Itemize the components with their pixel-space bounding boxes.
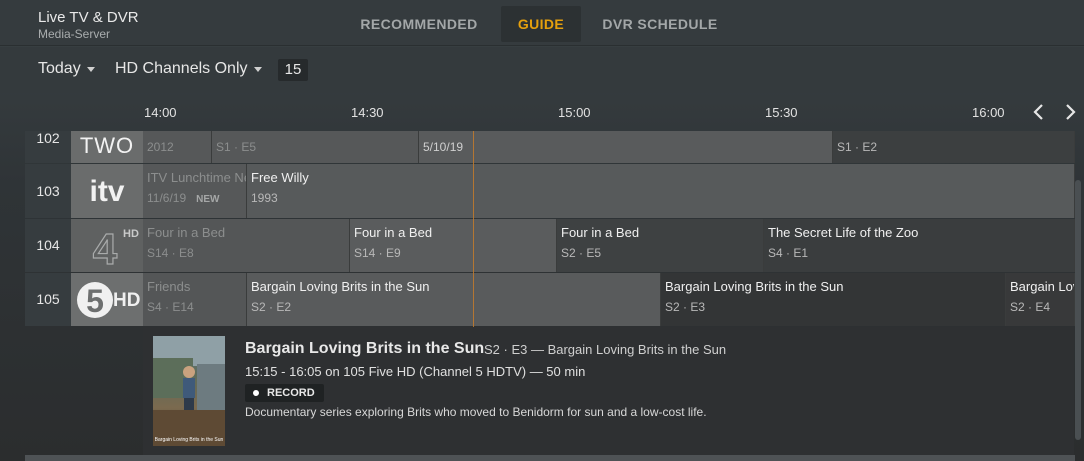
program-title: Four in a Bed <box>561 225 640 240</box>
time-label: 14:30 <box>351 105 384 120</box>
program-cell[interactable]: Bargain Lov S2 · E4 <box>1006 273 1075 326</box>
program-cell[interactable]: ITV Lunchtime Ne 11/6/19 NEW <box>143 164 247 218</box>
record-button[interactable]: RECORD <box>245 384 324 402</box>
day-dropdown[interactable]: Today <box>38 60 95 78</box>
time-label: 15:00 <box>558 105 591 120</box>
program-description: Documentary series exploring Brits who m… <box>245 405 707 419</box>
program-title: Four in a Bed <box>354 225 433 240</box>
svg-text:TWO: TWO <box>80 133 134 158</box>
record-dot-icon <box>253 390 259 396</box>
channel-row: 103 itv ITV Lunchtime Ne 11/6/19 NEW Free… <box>25 164 1075 218</box>
top-bar: Live TV & DVR Media-Server RECOMMENDED G… <box>0 0 1084 46</box>
channel-filter-dropdown[interactable]: HD Channels Only <box>115 60 262 78</box>
program-subtitle: S1 · E2 <box>837 140 878 154</box>
next-channel-row-edge <box>25 455 1075 461</box>
record-button-label: RECORD <box>267 387 315 399</box>
new-badge: NEW <box>196 194 220 205</box>
program-cell[interactable]: Bargain Loving Brits in the Sun S2 · E2 <box>247 273 661 326</box>
vertical-scrollbar[interactable] <box>1075 180 1081 440</box>
caret-down-icon <box>86 66 95 72</box>
program-subtitle: S14 · E9 <box>354 246 401 260</box>
program-meta: 11/6/19 NEW <box>147 191 246 205</box>
poster-caption: Bargain Loving Brits in the Sun <box>154 437 224 443</box>
program-cell[interactable]: 2012 <box>143 131 212 163</box>
channel-row: 104 4 HD Four in a Bed S14 · E8 Four in … <box>25 219 1075 272</box>
program-cell[interactable]: Four in a Bed S14 · E9 <box>350 219 557 272</box>
program-title: Bargain Loving Brits in the Sun <box>665 279 844 294</box>
program-title: ITV Lunchtime Ne <box>147 170 247 185</box>
program-cell[interactable]: Bargain Loving Brits in the Sun S2 · E3 <box>661 273 1006 326</box>
channel-number: 105 <box>25 273 71 326</box>
svg-text:itv: itv <box>89 175 124 208</box>
program-detail-title: Bargain Loving Brits in the Sun <box>245 340 485 357</box>
program-title: Bargain Lov <box>1010 279 1075 294</box>
day-dropdown-label: Today <box>38 60 81 77</box>
time-label: 15:30 <box>765 105 798 120</box>
channel-count-badge: 15 <box>278 59 308 81</box>
program-episode-info: S2 · E3 — Bargain Loving Brits in the Su… <box>484 342 727 357</box>
program-cell[interactable]: Four in a Bed S14 · E8 <box>143 219 350 272</box>
program-subtitle: 5/10/19 <box>423 140 464 154</box>
program-subtitle: S4 · E1 <box>768 246 809 260</box>
channel-row: 105 5 HD Friends S4 · E14 Bargain Loving… <box>25 273 1075 326</box>
time-label: 16:00 <box>972 105 1005 120</box>
program-cell[interactable]: S1 · E5 <box>212 131 419 163</box>
channel-number: 104 <box>25 219 71 272</box>
app-title: Live TV & DVR <box>38 9 139 26</box>
program-subtitle: S2 · E3 <box>665 300 706 314</box>
program-subtitle: S1 · E5 <box>216 140 257 154</box>
svg-text:HD: HD <box>113 290 140 311</box>
svg-text:HD: HD <box>123 228 139 240</box>
program-cell[interactable]: Four in a Bed S2 · E5 <box>557 219 764 272</box>
program-cell[interactable]: The Secret Life of the Zoo S4 · E1 <box>764 219 1075 272</box>
channel-number: 102 <box>25 131 71 163</box>
program-title: The Secret Life of the Zoo <box>768 225 919 240</box>
channel-logo-itv[interactable]: itv <box>71 164 143 218</box>
channel-logo-4hd[interactable]: 4 HD <box>71 219 143 272</box>
channel-logo-two[interactable]: TWO <box>71 131 143 163</box>
program-subtitle: S2 · E5 <box>561 246 602 260</box>
program-subtitle: 11/6/19 <box>147 191 187 205</box>
chevron-right-icon[interactable] <box>1061 102 1079 122</box>
program-subtitle: S2 · E4 <box>1010 300 1051 314</box>
program-cell[interactable]: Free Willy 1993 <box>247 164 1075 218</box>
program-title: Bargain Loving Brits in the Sun <box>251 279 430 294</box>
program-cell[interactable]: Friends S4 · E14 <box>143 273 247 326</box>
channel-number: 103 <box>25 164 71 218</box>
filter-bar: Today HD Channels Only 15 <box>0 47 1084 93</box>
tab-dvr-schedule[interactable]: DVR SCHEDULE <box>596 6 724 42</box>
time-label: 14:00 <box>144 105 177 120</box>
channel-logo-5hd[interactable]: 5 HD <box>71 273 143 326</box>
program-poster[interactable]: Bargain Loving Brits in the Sun <box>153 336 225 446</box>
server-name: Media-Server <box>38 27 111 41</box>
svg-text:5: 5 <box>86 283 104 319</box>
channel-row: 102 TWO 2012 S1 · E5 5/10/19 S1 · E2 <box>25 131 1075 163</box>
program-title: Free Willy <box>251 170 309 185</box>
caret-down-icon <box>253 66 262 72</box>
program-title: Friends <box>147 279 191 294</box>
channel-filter-label: HD Channels Only <box>115 60 248 77</box>
program-air-time: 15:15 - 16:05 on 105 Five HD (Channel 5 … <box>245 364 586 379</box>
program-title: Four in a Bed <box>147 225 226 240</box>
program-cell[interactable]: S1 · E2 <box>833 131 1075 163</box>
tab-guide[interactable]: GUIDE <box>501 6 581 42</box>
tab-recommended[interactable]: RECOMMENDED <box>352 6 486 42</box>
program-cell[interactable]: 5/10/19 <box>419 131 833 163</box>
program-subtitle: S4 · E14 <box>147 300 194 314</box>
svg-text:4: 4 <box>93 225 118 272</box>
program-subtitle: S2 · E2 <box>251 300 292 314</box>
program-subtitle: S14 · E8 <box>147 246 194 260</box>
program-details-panel: Bargain Loving Brits in the Sun Bargain … <box>143 327 1074 455</box>
chevron-left-icon[interactable] <box>1030 102 1048 122</box>
program-subtitle: 2012 <box>147 140 174 154</box>
program-subtitle: 1993 <box>251 191 278 205</box>
